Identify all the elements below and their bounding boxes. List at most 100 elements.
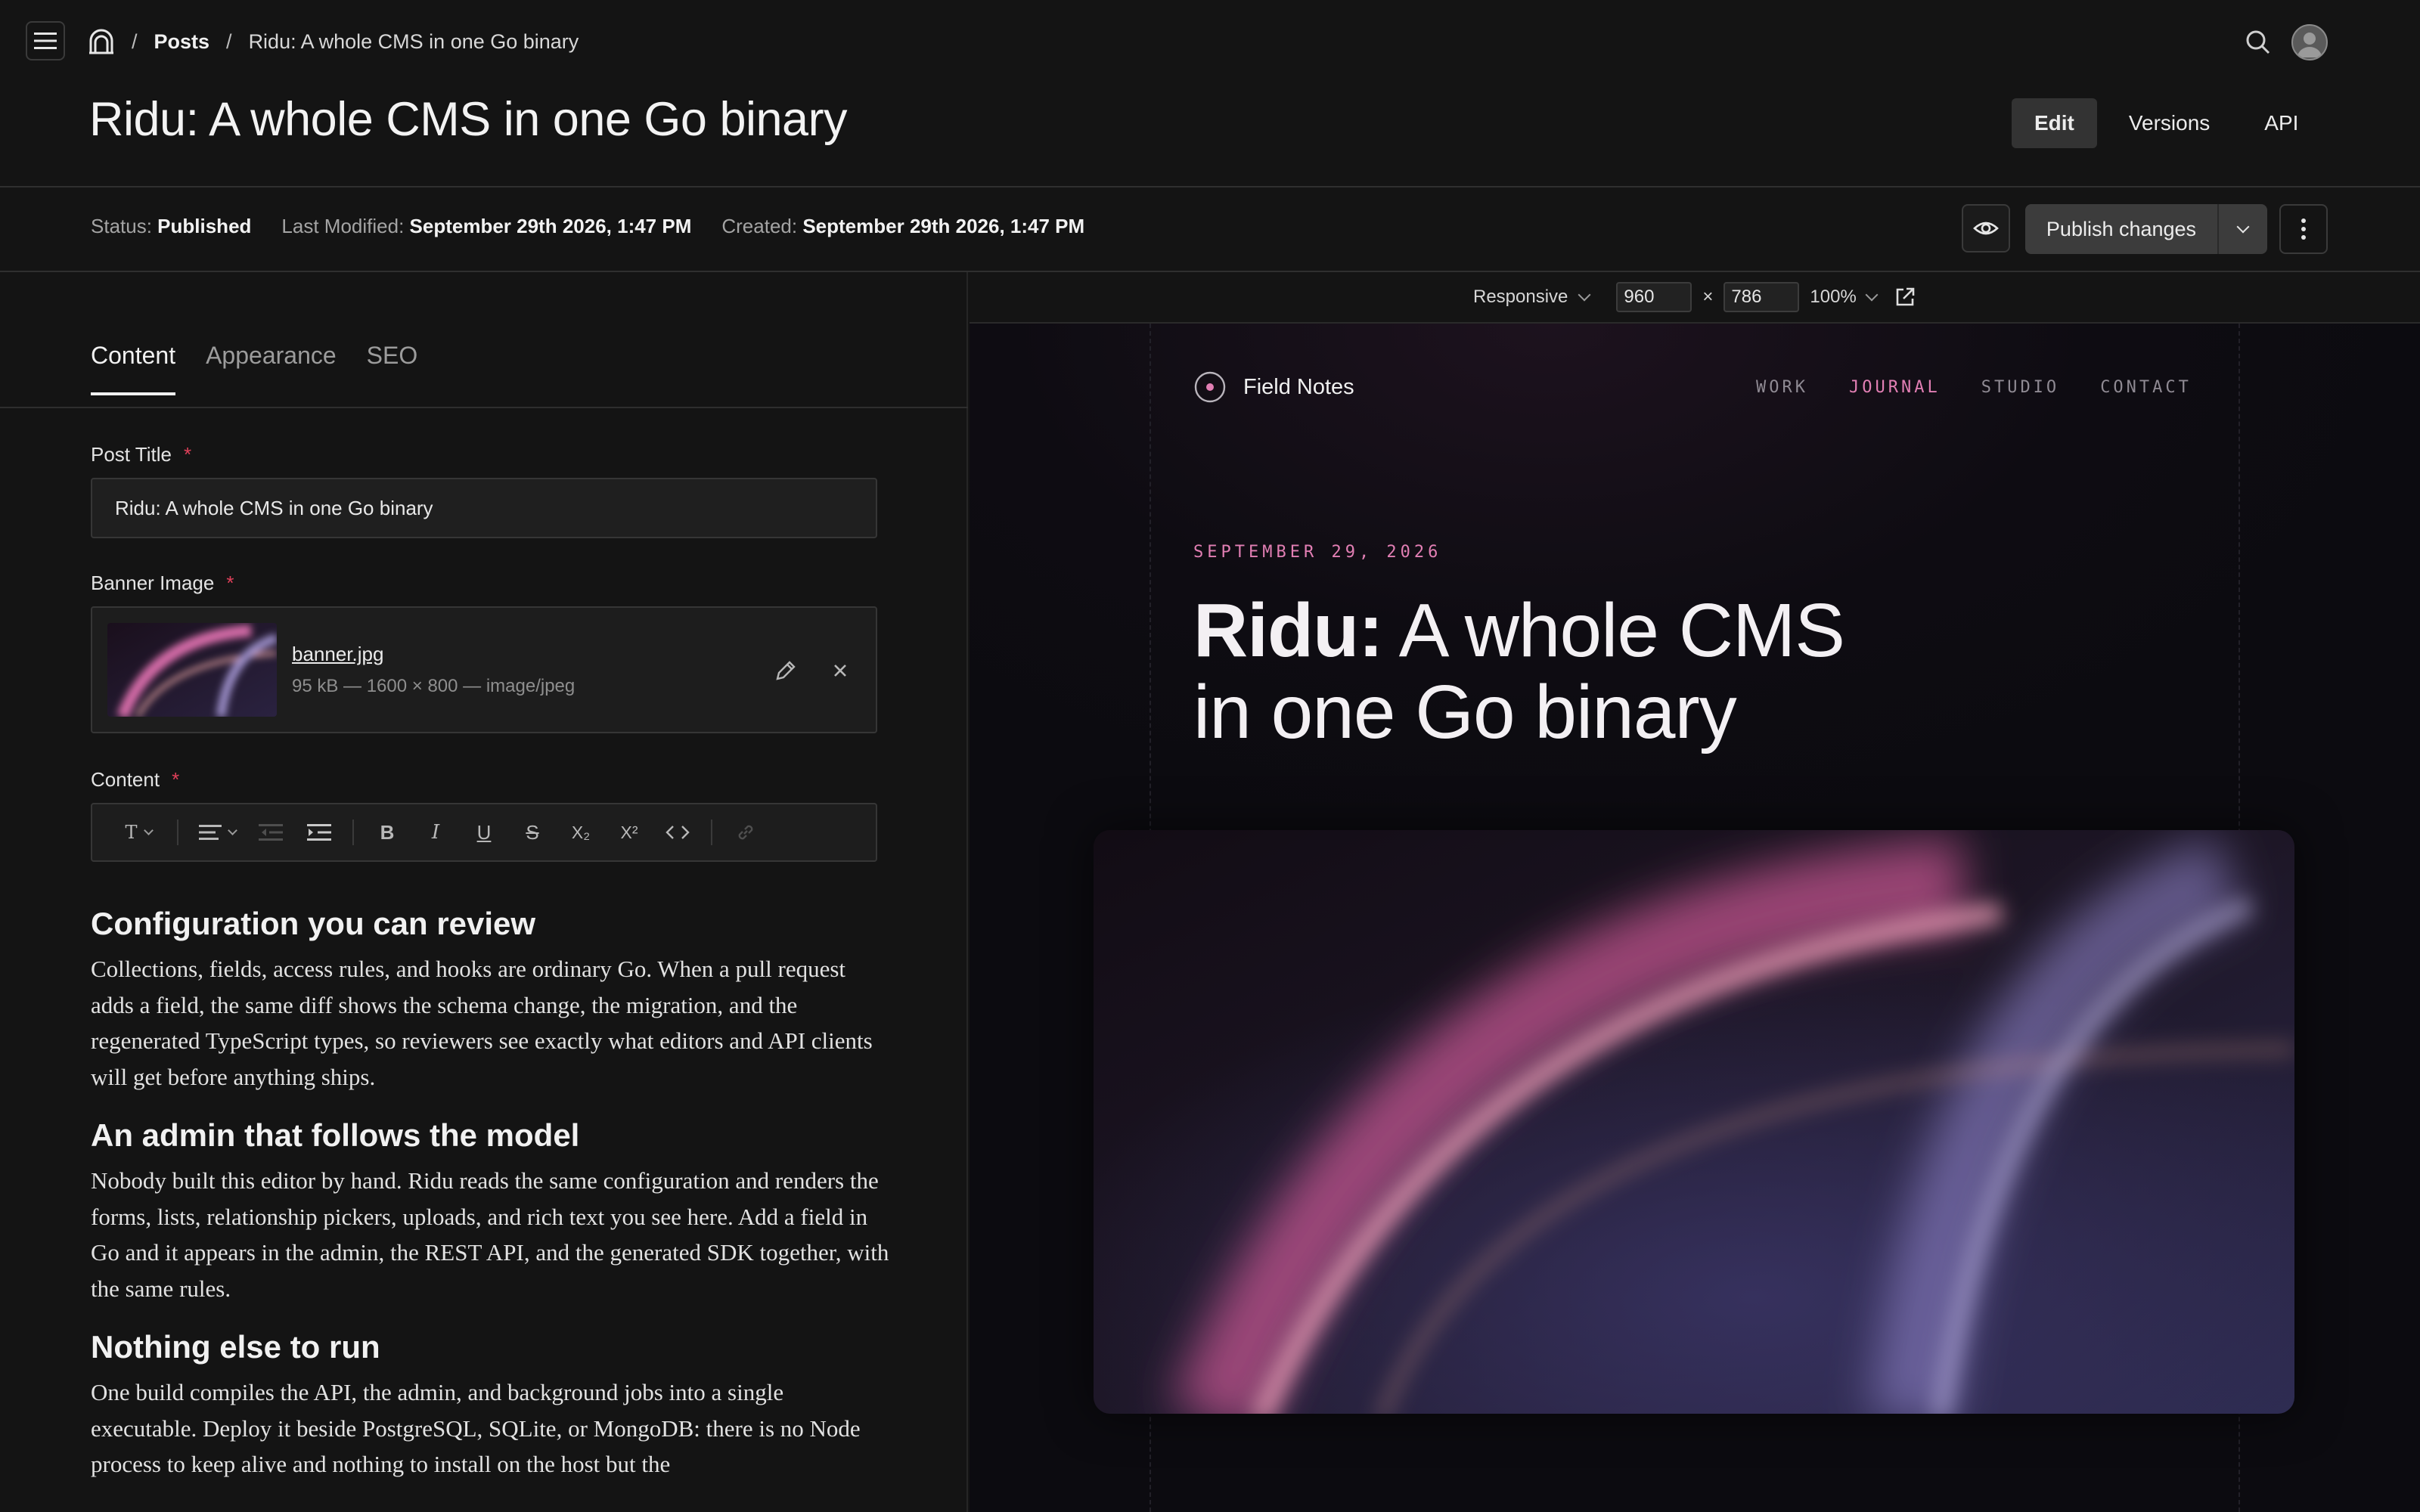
required-marker: * xyxy=(226,572,234,594)
pencil-icon[interactable] xyxy=(773,658,799,683)
site-logo[interactable]: Field Notes xyxy=(1193,370,1354,404)
eye-icon xyxy=(1973,222,1999,235)
preview-toggle-button[interactable] xyxy=(1962,204,2010,253)
underline-button[interactable]: U xyxy=(461,810,507,855)
code-button[interactable] xyxy=(655,810,700,855)
tab-seo[interactable]: SEO xyxy=(367,342,418,395)
code-icon xyxy=(666,826,690,839)
created-value: September 29th 2026, 1:47 PM xyxy=(802,215,1085,237)
search-icon[interactable] xyxy=(2243,27,2273,57)
tab-edit[interactable]: Edit xyxy=(2012,98,2097,148)
divider xyxy=(0,186,2420,187)
breakpoint-select[interactable]: Responsive xyxy=(1473,287,1591,308)
section-paragraph: One build compiles the API, the admin, a… xyxy=(91,1379,861,1477)
created-label: Created: xyxy=(721,215,798,237)
tab-content[interactable]: Content xyxy=(91,342,176,395)
toolbar-separator xyxy=(352,820,354,845)
menu-button[interactable] xyxy=(26,21,65,60)
link-icon xyxy=(738,825,753,840)
strikethrough-button[interactable]: S xyxy=(510,810,555,855)
toolbar-separator xyxy=(711,820,712,845)
breadcrumb-separator: / xyxy=(132,29,138,53)
superscript-button[interactable]: X² xyxy=(607,810,652,855)
chevron-down-icon xyxy=(1865,288,1879,302)
bold-button[interactable]: B xyxy=(365,810,410,855)
link-button[interactable] xyxy=(723,810,768,855)
hamburger-icon xyxy=(34,33,57,49)
section-heading: Nothing else to run xyxy=(91,1329,380,1365)
banner-file-meta: 95 kB — 1600 × 800 — image/jpeg xyxy=(292,676,576,696)
zoom-select[interactable]: 100% xyxy=(1810,287,1879,308)
close-icon[interactable] xyxy=(827,658,853,683)
text-style-icon: T xyxy=(125,822,138,843)
breadcrumb-separator: / xyxy=(226,29,232,53)
indent-button[interactable] xyxy=(296,810,342,855)
banner-image-label: Banner Image * xyxy=(91,572,234,595)
post-title-label: Post Title * xyxy=(91,443,191,466)
site-nav: WORK JOURNAL STUDIO CONTACT xyxy=(1756,378,2192,397)
view-tabs: Edit Versions API xyxy=(2012,98,2321,148)
kebab-icon xyxy=(2301,218,2306,240)
content-label: Content * xyxy=(91,768,179,792)
nav-journal[interactable]: JOURNAL xyxy=(1849,378,1941,397)
modified-value: September 29th 2026, 1:47 PM xyxy=(409,215,692,237)
nav-studio[interactable]: STUDIO xyxy=(1981,378,2059,397)
breadcrumb-posts[interactable]: Posts xyxy=(154,30,210,54)
publish-options-button[interactable] xyxy=(2217,204,2267,254)
post-title-label-text: Post Title xyxy=(91,443,172,466)
align-dropdown[interactable] xyxy=(189,810,245,855)
chevron-down-icon xyxy=(1578,288,1591,302)
chevron-down-icon xyxy=(143,825,154,835)
preview-title: Ridu: A whole CMS in one Go binary xyxy=(1193,590,1874,753)
dimension-separator: × xyxy=(1702,287,1714,307)
preview-height-input[interactable] xyxy=(1723,282,1800,312)
required-marker: * xyxy=(183,443,192,466)
text-style-dropdown[interactable]: T xyxy=(110,810,166,855)
banner-thumbnail[interactable] xyxy=(107,623,277,717)
rich-text-toolbar: T B I U S X₂ X² xyxy=(91,803,877,862)
modified-label: Last Modified: xyxy=(281,215,405,237)
outdent-icon xyxy=(259,824,283,841)
banner-upload: banner.jpg 95 kB — 1600 × 800 — image/jp… xyxy=(91,606,877,733)
preview-title-bold: Ridu: xyxy=(1193,588,1383,673)
status-value: Published xyxy=(157,215,252,237)
outdent-button[interactable] xyxy=(248,810,293,855)
content-editor[interactable]: Configuration you can review Collections… xyxy=(91,906,892,1505)
status-label: Status: xyxy=(91,215,152,237)
form-tabs: Content Appearance SEO xyxy=(91,342,417,395)
required-marker: * xyxy=(172,768,180,791)
modified-meta: Last Modified: September 29th 2026, 1:47… xyxy=(281,215,691,238)
responsive-toolbar: Responsive × 100% xyxy=(1473,281,1916,313)
banner-filename[interactable]: banner.jpg xyxy=(292,643,383,666)
subscript-button[interactable]: X₂ xyxy=(558,810,603,855)
section-heading: An admin that follows the model xyxy=(91,1117,580,1153)
home-icon[interactable] xyxy=(88,29,115,54)
tab-appearance[interactable]: Appearance xyxy=(206,342,337,395)
chevron-down-icon xyxy=(2236,220,2250,234)
post-date: SEPTEMBER 29, 2026 xyxy=(1193,543,1442,562)
avatar[interactable] xyxy=(2291,24,2328,60)
breakpoint-label: Responsive xyxy=(1473,287,1568,307)
content-label-text: Content xyxy=(91,768,160,791)
live-preview: Field Notes WORK JOURNAL STUDIO CONTACT … xyxy=(970,324,2420,1512)
site-name: Field Notes xyxy=(1243,374,1354,399)
publish-button[interactable]: Publish changes xyxy=(2025,218,2217,241)
indent-icon xyxy=(307,824,331,841)
section-paragraph: Collections, fields, access rules, and h… xyxy=(91,956,873,1090)
italic-button[interactable]: I xyxy=(413,810,458,855)
nav-contact[interactable]: CONTACT xyxy=(2100,378,2192,397)
user-icon xyxy=(2297,33,2322,57)
preview-width-input[interactable] xyxy=(1616,282,1692,312)
target-icon xyxy=(1194,371,1226,403)
post-title-input[interactable]: Ridu: A whole CMS in one Go binary xyxy=(91,478,877,538)
external-link-icon[interactable] xyxy=(1894,287,1916,308)
more-options-button[interactable] xyxy=(2279,204,2328,254)
tab-versions[interactable]: Versions xyxy=(2106,98,2232,148)
publish-split-button: Publish changes xyxy=(2025,204,2267,254)
divider xyxy=(0,407,968,408)
section-heading: Configuration you can review xyxy=(91,906,536,941)
nav-work[interactable]: WORK xyxy=(1756,378,1808,397)
status-meta: Status: Published xyxy=(91,215,251,238)
page-title: Ridu: A whole CMS in one Go binary xyxy=(89,93,848,146)
tab-api[interactable]: API xyxy=(2242,98,2321,148)
